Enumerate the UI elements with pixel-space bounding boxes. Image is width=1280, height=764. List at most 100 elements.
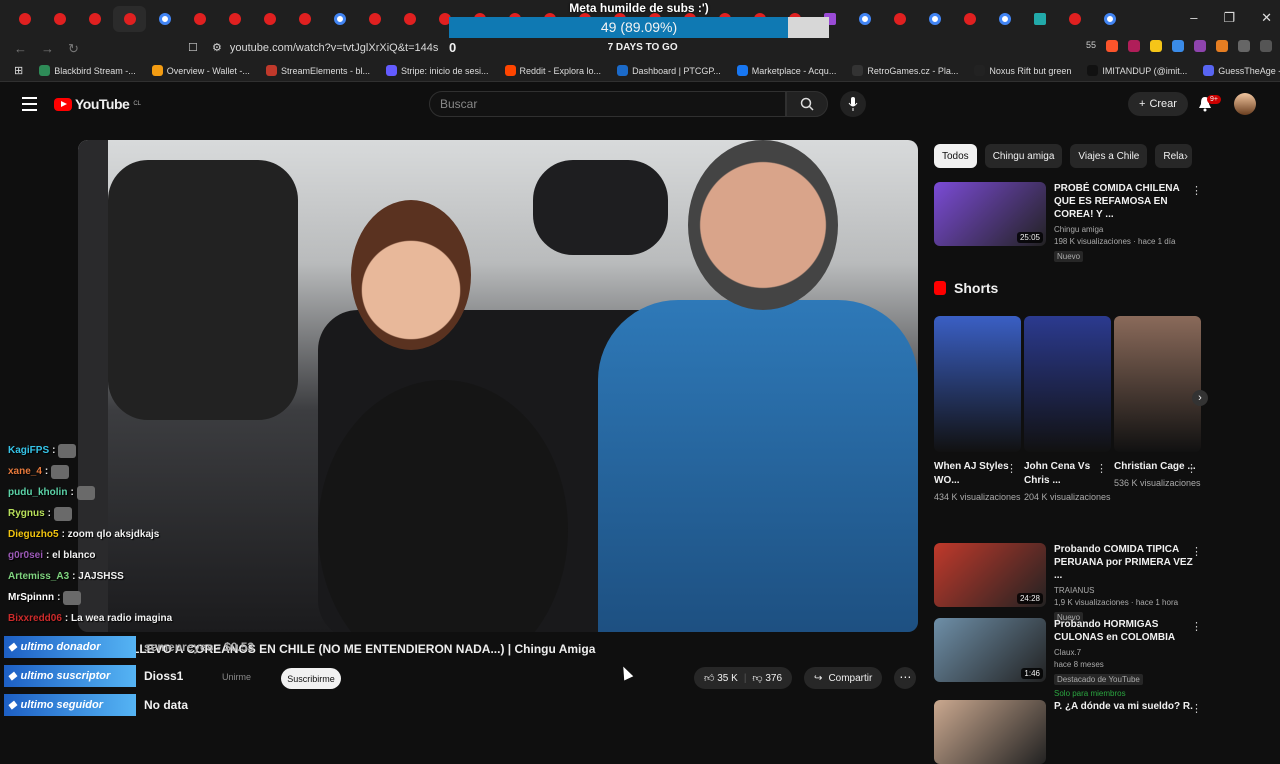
maximize-icon[interactable]: ❐ [1223, 10, 1235, 26]
browser-tab[interactable] [1023, 6, 1056, 32]
rewards-icon[interactable] [1128, 40, 1140, 52]
ext-badge[interactable]: 55 [1086, 40, 1096, 52]
more-options-icon[interactable]: ⋮ [1191, 184, 1202, 197]
bookmark-item[interactable]: GuessTheAge - Play... [1203, 65, 1280, 76]
browser-tab[interactable] [988, 6, 1021, 32]
channel-name[interactable]: Claux.7 [1054, 647, 1194, 659]
more-options-icon[interactable]: ⋮ [1191, 702, 1202, 715]
minimize-icon[interactable]: – [1190, 10, 1197, 26]
youtube-logo[interactable]: YouTube CL [54, 96, 141, 112]
extension-icon[interactable] [1172, 40, 1184, 52]
more-options-icon[interactable]: ⋮ [1096, 462, 1107, 475]
search-input[interactable]: Buscar [429, 91, 786, 117]
filter-chip[interactable]: Viajes a Chile [1070, 144, 1148, 168]
browser-tab[interactable] [183, 6, 216, 32]
bookmark-item[interactable]: StreamElements - bl... [265, 65, 370, 76]
voice-search-button[interactable] [840, 91, 866, 117]
short-thumbnail[interactable] [1114, 316, 1201, 452]
browser-tab[interactable] [78, 6, 111, 32]
short-item[interactable]: When AJ Styles WO... 434 K visualizacione… [934, 316, 1021, 502]
puzzle-icon[interactable] [1238, 40, 1250, 52]
apps-icon[interactable]: ⊞ [14, 64, 23, 77]
extension-icon[interactable] [1150, 40, 1162, 52]
video-thumbnail[interactable]: 1:46 [934, 618, 1046, 682]
recommended-video[interactable]: P. ¿A dónde va mi sueldo? R. ⋮ [934, 700, 1202, 764]
video-thumbnail[interactable]: 25:05 [934, 182, 1046, 246]
bookmark-item[interactable]: Dashboard | PTCGP... [617, 65, 721, 76]
menu-icon[interactable] [1260, 40, 1272, 52]
bookmark-item[interactable]: Marketplace - Acqu... [736, 65, 836, 76]
video-thumbnail[interactable] [934, 700, 1046, 764]
more-options-icon[interactable]: ⋮ [1191, 620, 1202, 633]
search-button[interactable] [786, 91, 828, 117]
video-title[interactable]: P. ¿A dónde va mi sueldo? R. [1054, 700, 1194, 713]
more-actions-icon[interactable]: ⋯ [894, 667, 917, 689]
browser-tab[interactable] [8, 6, 41, 32]
browser-tab[interactable] [253, 6, 286, 32]
create-button[interactable]: + Crear [1128, 92, 1188, 116]
back-icon[interactable]: ← [14, 41, 27, 57]
chevron-right-icon[interactable]: › [1192, 390, 1208, 406]
hamburger-menu-icon[interactable] [22, 97, 37, 115]
more-options-icon[interactable]: ⋮ [1191, 545, 1202, 558]
brave-icon[interactable] [1106, 40, 1118, 52]
browser-tab[interactable] [323, 6, 356, 32]
browser-tab[interactable] [1058, 6, 1091, 32]
video-thumbnail[interactable]: 24:28 [934, 543, 1046, 607]
browser-tab[interactable] [1093, 6, 1126, 32]
video-title[interactable]: PROBÉ COMIDA CHILENA QUE ES REFAMOSA EN … [1054, 182, 1194, 221]
dislike-button[interactable]: 👎︎ 376 [752, 672, 782, 684]
browser-tab[interactable] [358, 6, 391, 32]
chat-message: xane_4: [8, 461, 248, 482]
channel-name[interactable]: TRAIANUS [1054, 585, 1194, 597]
browser-tab[interactable] [148, 6, 181, 32]
bookmark-icon[interactable]: ☐ [188, 41, 198, 54]
bookmark-item[interactable]: IMITANDUP (@imit... [1087, 65, 1187, 76]
chevron-right-icon[interactable]: › [1184, 149, 1188, 163]
filter-chip[interactable]: Todos [934, 144, 977, 168]
recommended-video[interactable]: 24:28 Probando COMIDA TIPICA PERUANA por … [934, 543, 1202, 623]
short-thumbnail[interactable] [1024, 316, 1111, 452]
recommended-video[interactable]: 25:05 PROBÉ COMIDA CHILENA QUE ES REFAMOS… [934, 182, 1202, 262]
channel-name[interactable]: Chingu amiga [1054, 224, 1194, 236]
browser-tab[interactable] [288, 6, 321, 32]
reload-icon[interactable]: ↻ [68, 41, 79, 57]
extension-icon[interactable] [1216, 40, 1228, 52]
bookmark-item[interactable]: Blackbird Stream -... [39, 65, 136, 76]
browser-tab[interactable] [918, 6, 951, 32]
browser-tab[interactable] [883, 6, 916, 32]
short-item[interactable]: Christian Cage ... 536 K visualizaciones ⋮ [1114, 316, 1201, 488]
bookmark-item[interactable]: Stripe: inicio de sesi... [385, 65, 489, 76]
browser-tab[interactable] [953, 6, 986, 32]
recommended-video[interactable]: 1:46 Probando HORMIGAS CULONAS en COLOMBI… [934, 618, 1202, 700]
browser-tab[interactable] [848, 6, 881, 32]
bookmark-item[interactable]: Reddit - Explora lo... [504, 65, 601, 76]
short-item[interactable]: John Cena Vs Chris ... 204 K visualizacio… [1024, 316, 1111, 502]
site-settings-icon[interactable]: ⚙ [212, 41, 222, 54]
browser-tab[interactable] [218, 6, 251, 32]
short-thumbnail[interactable] [934, 316, 1021, 452]
browser-tab[interactable] [43, 6, 76, 32]
extension-icon[interactable] [1194, 40, 1206, 52]
video-title[interactable]: Probando HORMIGAS CULONAS en COLOMBIA [1054, 618, 1194, 644]
chat-username: Bixxredd06 [8, 613, 62, 624]
filter-chip[interactable]: Chingu amiga [984, 144, 1063, 168]
browser-tab[interactable] [113, 6, 146, 32]
chat-message: KagiFPS: [8, 440, 248, 461]
bookmark-item[interactable]: Noxus Rift but green [974, 65, 1071, 76]
more-options-icon[interactable]: ⋮ [1006, 462, 1017, 475]
close-icon[interactable]: ✕ [1261, 10, 1272, 26]
url-field[interactable]: ⚙ youtube.com/watch?v=tvtJglXrXiQ&t=144s [212, 41, 438, 55]
bookmark-item[interactable]: RetroGames.cz - Pla... [852, 65, 958, 76]
browser-tab[interactable] [393, 6, 426, 32]
video-title[interactable]: Probando COMIDA TIPICA PERUANA por PRIME… [1054, 543, 1194, 582]
subscribe-button[interactable]: Suscribirme [281, 668, 341, 689]
bookmark-item[interactable]: Overview - Wallet -... [151, 65, 250, 76]
bookmark-favicon-icon [504, 65, 516, 76]
share-button[interactable]: ↪ Compartir [804, 667, 883, 689]
more-options-icon[interactable]: ⋮ [1186, 462, 1197, 475]
notification-badge: 9+ [1207, 95, 1221, 104]
like-button[interactable]: 👍︎ 35 K [704, 672, 738, 684]
avatar[interactable] [1234, 93, 1256, 115]
forward-icon[interactable]: → [41, 41, 54, 57]
